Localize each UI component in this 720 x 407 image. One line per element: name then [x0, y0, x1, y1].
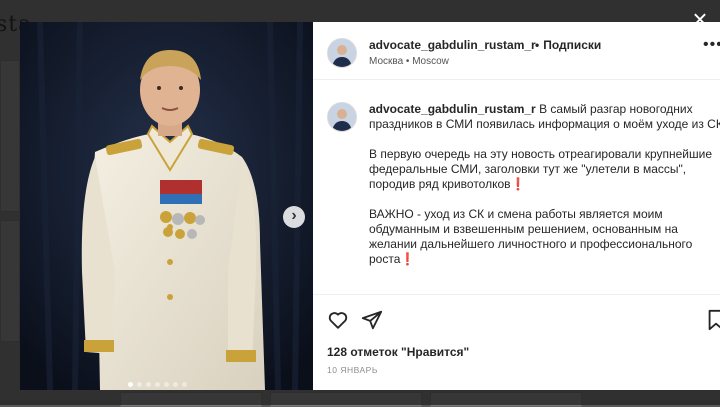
caption-paragraph: advocate_gabdulin_rustam_r В самый разга… — [369, 102, 720, 132]
likes-count[interactable]: 128 отметок "Нравится" — [327, 345, 469, 359]
follow-label[interactable]: Подписки — [543, 38, 601, 52]
caption-paragraph: ВАЖНО - уход из СК и смена работы являет… — [369, 207, 693, 266]
post-actions: 128 отметок "Нравится" 10 ЯНВАРЬ — [313, 294, 720, 390]
post-modal: › advocate_gabdulin_rustam_r • Подписки М… — [20, 22, 720, 390]
bookmark-icon[interactable] — [705, 309, 720, 331]
follow-status[interactable]: • Подписки — [535, 38, 601, 52]
avatar[interactable] — [327, 38, 357, 68]
separator-dot: • — [535, 38, 540, 52]
carousel-dot — [146, 382, 151, 387]
caption-paragraph: В первую очередь на эту новость отреагир… — [369, 147, 712, 191]
author-username[interactable]: advocate_gabdulin_rustam_r — [369, 38, 536, 52]
carousel-dot — [164, 382, 169, 387]
carousel-dot — [182, 382, 187, 387]
post-date[interactable]: 10 ЯНВАРЬ — [327, 365, 378, 375]
carousel-dot — [173, 382, 178, 387]
carousel-dots — [128, 382, 187, 388]
avatar[interactable] — [327, 102, 357, 132]
post-header: advocate_gabdulin_rustam_r • Подписки Мос… — [313, 22, 720, 80]
post-photo: › — [20, 22, 313, 390]
caption-text: advocate_gabdulin_rustam_r В самый разга… — [369, 102, 720, 282]
more-icon[interactable]: ••• — [703, 36, 720, 54]
officer-portrait-image — [20, 22, 313, 390]
caption-author[interactable]: advocate_gabdulin_rustam_r — [369, 102, 536, 116]
carousel-dot — [137, 382, 142, 387]
carousel-dot — [128, 382, 133, 387]
post-details-panel: advocate_gabdulin_rustam_r • Подписки Мос… — [313, 22, 720, 390]
heart-icon[interactable] — [327, 309, 349, 331]
post-caption: advocate_gabdulin_rustam_r В самый разга… — [313, 80, 720, 292]
carousel-dot — [155, 382, 160, 387]
chevron-right-icon[interactable]: › — [283, 206, 305, 228]
post-location[interactable]: Москва • Moscow — [369, 56, 449, 67]
share-icon[interactable] — [361, 309, 383, 331]
